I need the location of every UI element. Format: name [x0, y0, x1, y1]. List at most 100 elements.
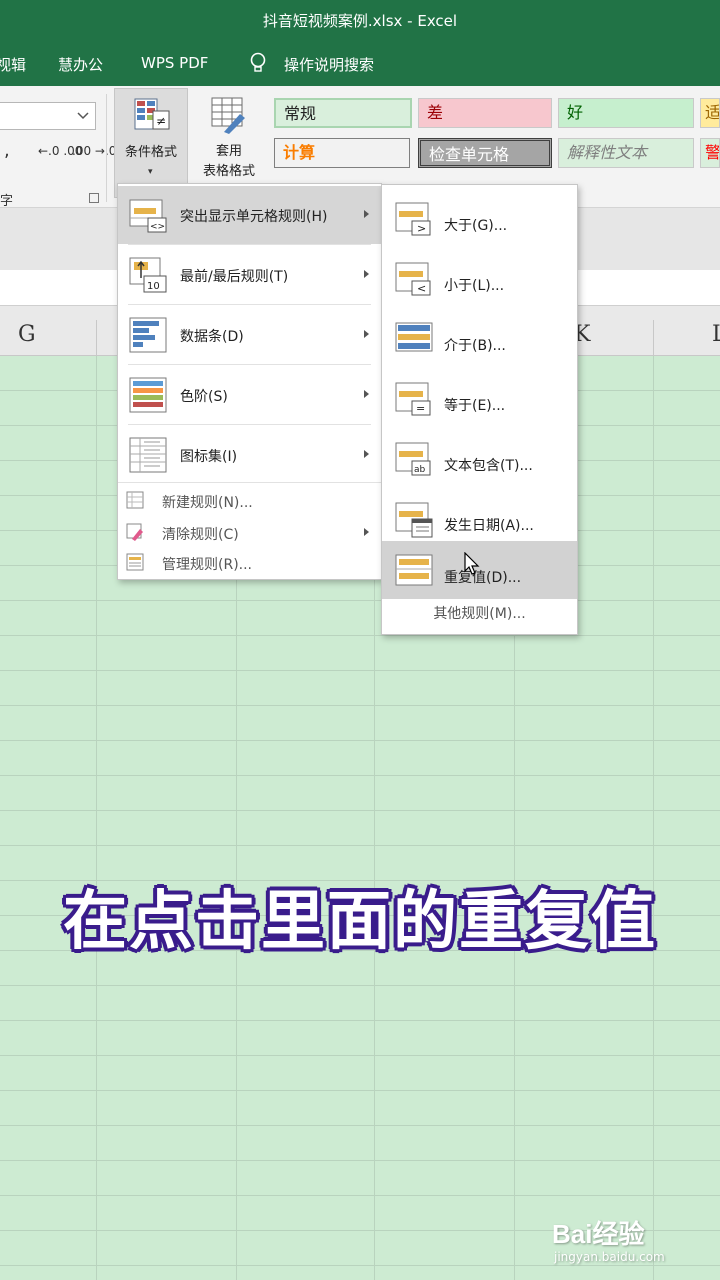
conditional-format-button[interactable]: ≠ 条件格式 ▾ — [114, 88, 188, 198]
menu-bar: 视辑 慧办公 WPS PDF 操作说明搜索 — [0, 40, 720, 86]
menu-separator — [128, 304, 371, 305]
menu-highlight-cell-rules[interactable]: <> 突出显示单元格规则(H) — [118, 186, 381, 244]
format-as-table-button[interactable]: 套用 表格格式 — [188, 88, 270, 198]
menu-item-label: 数据条(D) — [180, 329, 244, 345]
menu-item-label: 新建规则(N)... — [162, 495, 253, 511]
conditional-format-label: 条件格式 — [124, 145, 177, 160]
eraser-icon — [126, 523, 143, 541]
menu-data-bars[interactable]: 数据条(D) — [118, 306, 381, 364]
baidu-watermark: Bai经验 jingyan.baidu.com — [552, 1206, 712, 1272]
video-caption: 在点击里面的重复值 — [63, 885, 657, 959]
menu-item-huibangong[interactable]: 慧办公 — [58, 54, 103, 75]
style-check-cell[interactable]: 检查单元格 — [418, 138, 552, 168]
submenu-greater-than[interactable]: > 大于(G)... — [382, 189, 577, 247]
svg-text:=: = — [416, 402, 425, 415]
style-normal[interactable]: 常规 — [274, 98, 412, 128]
submenu-equal-to[interactable]: = 等于(E)... — [382, 369, 577, 427]
conditional-format-menu: <> 突出显示单元格规则(H) 10 最前/最后规则(T) 数据条(D) 色阶(… — [117, 183, 382, 580]
menu-icon-sets[interactable]: 图标集(I) — [118, 426, 381, 484]
icon-sets-icon — [129, 437, 167, 473]
submenu-item-label: 重复值(D)... — [444, 570, 522, 586]
lightbulb-icon[interactable] — [248, 52, 268, 74]
less-than-icon: < — [395, 262, 431, 296]
top-bottom-icon: 10 — [129, 257, 167, 293]
equal-to-icon: = — [395, 382, 431, 416]
submenu-more-rules[interactable]: 其他规则(M)... — [382, 603, 577, 623]
menu-item-label: 图标集(I) — [180, 449, 238, 465]
calendar-icon — [395, 502, 433, 538]
highlight-rules-icon: <> — [129, 199, 167, 233]
column-header-l[interactable]: L — [712, 322, 720, 347]
column-divider — [96, 320, 97, 356]
menu-manage-rules[interactable]: 管理规则(R)... — [118, 548, 381, 578]
submenu-arrow-icon — [364, 270, 369, 278]
column-header-g[interactable]: G — [18, 322, 36, 347]
greater-than-icon: > — [395, 202, 431, 236]
svg-text:10: 10 — [147, 281, 160, 292]
decrease-decimal-button[interactable]: .00 →.0 — [72, 144, 116, 158]
data-bars-icon — [129, 317, 167, 353]
menu-color-scales[interactable]: 色阶(S) — [118, 366, 381, 424]
submenu-item-label: 文本包含(T)... — [444, 458, 533, 474]
menu-separator — [128, 424, 371, 425]
tell-me-search[interactable]: 操作说明搜索 — [284, 54, 374, 75]
new-rule-icon — [126, 491, 144, 509]
manage-rules-icon — [126, 553, 144, 571]
menu-separator — [118, 482, 381, 483]
submenu-less-than[interactable]: < 小于(L)... — [382, 249, 577, 307]
style-calculation[interactable]: 计算 — [274, 138, 410, 168]
menu-new-rule[interactable]: 新建规则(N)... — [118, 486, 381, 516]
svg-text:≠: ≠ — [156, 114, 166, 128]
submenu-item-label: 介于(B)... — [444, 338, 506, 354]
submenu-arrow-icon — [364, 528, 369, 536]
menu-clear-rules[interactable]: 清除规则(C) — [118, 518, 381, 548]
svg-text:<: < — [417, 282, 426, 295]
submenu-between[interactable]: 介于(B)... — [382, 309, 577, 367]
color-scales-icon — [129, 377, 167, 413]
conditional-format-icon: ≠ — [134, 98, 170, 130]
chevron-down-icon — [77, 112, 89, 120]
watermark-brand: Bai经验 — [552, 1219, 645, 1249]
table-format-label-1: 套用 — [215, 144, 242, 159]
watermark-url: jingyan.baidu.com — [554, 1250, 665, 1264]
menu-separator — [128, 364, 371, 365]
submenu-item-label: 发生日期(A)... — [444, 518, 534, 534]
table-format-icon — [211, 97, 245, 134]
submenu-date-occurring[interactable]: 发生日期(A)... — [382, 489, 577, 547]
menu-item-label: 清除规则(C) — [162, 527, 239, 543]
menu-item-label: 最前/最后规则(T) — [180, 269, 289, 285]
number-group-label: 字 — [0, 194, 14, 209]
menu-separator — [128, 244, 371, 245]
submenu-item-label: 等于(E)... — [444, 398, 506, 414]
submenu-arrow-icon — [364, 210, 369, 218]
style-explanatory[interactable]: 解释性文本 — [558, 138, 694, 168]
table-format-label-2: 表格格式 — [202, 164, 255, 179]
title-bar: 抖音短视频案例.xlsx - Excel — [0, 0, 720, 40]
submenu-item-label: 小于(L)... — [444, 278, 505, 294]
submenu-text-contains[interactable]: ab 文本包含(T)... — [382, 429, 577, 487]
submenu-arrow-icon — [364, 450, 369, 458]
menu-item-edit[interactable]: 视辑 — [0, 54, 26, 75]
mouse-cursor-icon — [464, 552, 480, 575]
comma-style-button[interactable]: , — [4, 140, 10, 161]
window-title: 抖音短视频案例.xlsx - Excel — [262, 12, 458, 30]
column-divider — [653, 320, 654, 356]
dialog-launcher-icon[interactable] — [89, 193, 99, 203]
chevron-down-icon: ▾ — [148, 167, 153, 177]
svg-text:>: > — [417, 222, 426, 235]
style-good[interactable]: 好 — [558, 98, 694, 128]
ribbon-separator — [106, 94, 107, 202]
between-icon — [395, 322, 433, 352]
svg-text:<>: <> — [150, 222, 165, 232]
menu-item-wps-pdf[interactable]: WPS PDF — [141, 54, 208, 72]
submenu-arrow-icon — [364, 390, 369, 398]
svg-text:ab: ab — [414, 465, 426, 475]
menu-item-label: 色阶(S) — [180, 389, 228, 405]
style-neutral[interactable]: 适 — [700, 98, 720, 128]
menu-top-bottom-rules[interactable]: 10 最前/最后规则(T) — [118, 246, 381, 304]
style-warning[interactable]: 警 — [700, 138, 720, 168]
style-bad[interactable]: 差 — [418, 98, 552, 128]
text-contains-icon: ab — [395, 442, 431, 476]
duplicate-values-icon — [395, 554, 433, 586]
number-format-combo[interactable] — [0, 102, 96, 130]
